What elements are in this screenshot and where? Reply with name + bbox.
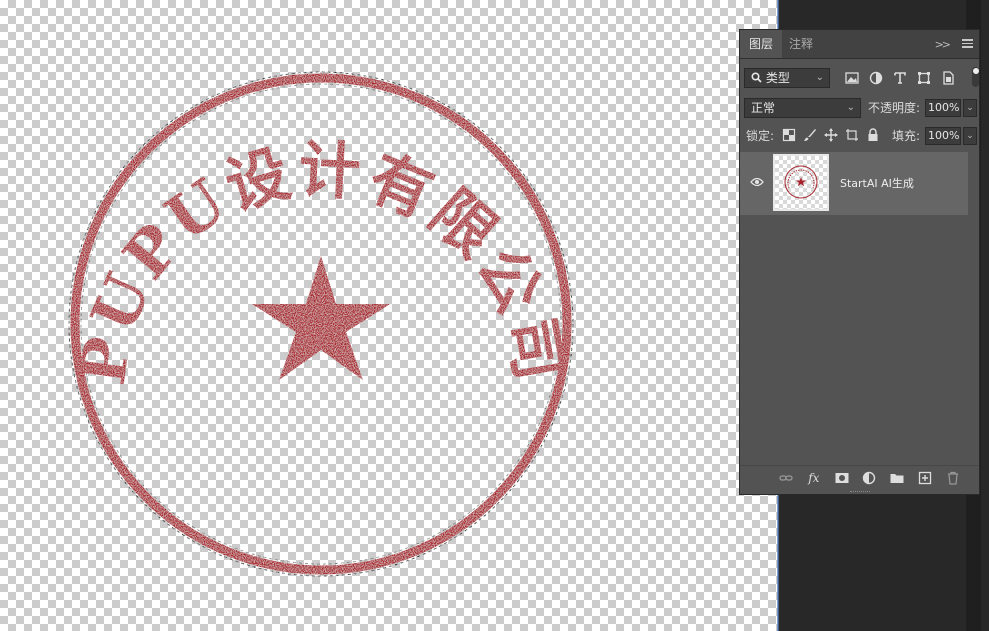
filter-toggle-switch[interactable]: [972, 67, 979, 87]
stamp-thumbnail-image: [784, 165, 818, 199]
fill-chevron-icon[interactable]: ⌄: [963, 127, 977, 145]
blend-row: 正常 ⌄ 不透明度: 100% ⌄: [740, 96, 981, 120]
fill-input[interactable]: 100%: [925, 127, 961, 145]
new-group-icon[interactable]: [889, 470, 905, 486]
layer-row-selected[interactable]: StartAI AI生成: [740, 152, 968, 215]
blend-mode-dropdown[interactable]: 正常 ⌄: [744, 98, 861, 118]
adjustment-layer-icon[interactable]: [861, 470, 877, 486]
fill-label: 填充:: [892, 129, 921, 143]
panel-divider: [740, 465, 979, 466]
chevron-down-icon: ⌄: [815, 72, 824, 83]
lock-position-icon[interactable]: [824, 127, 838, 142]
image-filter-icon[interactable]: [844, 70, 860, 86]
layers-panel: 图层 注释 >> 类型 ⌄ 正常 ⌄ 不透明度: 100% ⌄ 锁定: 填充: …: [739, 29, 980, 495]
panel-menu-icon[interactable]: [962, 37, 973, 50]
fx-icon[interactable]: fx: [806, 470, 822, 486]
chevron-down-icon: ⌄: [846, 102, 855, 113]
add-mask-icon[interactable]: [834, 470, 850, 486]
tab-layers[interactable]: 图层: [740, 30, 783, 58]
link-layers-icon[interactable]: [778, 470, 794, 486]
type-filter-icon[interactable]: [892, 70, 908, 86]
opacity-input[interactable]: 100%: [925, 99, 961, 117]
stamp-image: PUPU设计有限公司: [66, 71, 574, 577]
blend-mode-label: 正常: [751, 101, 776, 115]
document-canvas[interactable]: PUPU设计有限公司: [0, 0, 778, 631]
visibility-eye-icon[interactable]: [750, 177, 764, 187]
stamp-star: [252, 256, 390, 380]
lock-transparent-pixels-icon[interactable]: [782, 128, 796, 142]
lock-row: 锁定: 填充: 100% ⌄: [740, 124, 981, 148]
collapse-panel-icon[interactable]: >>: [935, 38, 952, 51]
trash-icon[interactable]: [945, 470, 961, 486]
lock-image-pixels-icon[interactable]: [803, 128, 817, 142]
smart-object-filter-icon[interactable]: [940, 70, 956, 86]
panel-tab-bar: 图层 注释 >>: [740, 30, 979, 59]
layer-name[interactable]: StartAI AI生成: [840, 175, 914, 191]
filter-kind-label: 类型: [765, 71, 790, 85]
layers-bottom-toolbar: fx: [770, 470, 961, 490]
search-icon: [751, 72, 762, 83]
lock-label: 锁定:: [746, 129, 775, 143]
adjustment-filter-icon[interactable]: [868, 70, 884, 86]
filter-row: 类型 ⌄: [740, 66, 981, 90]
shape-filter-icon[interactable]: [916, 70, 932, 86]
lock-all-icon[interactable]: [866, 127, 880, 142]
tab-notes[interactable]: 注释: [780, 30, 822, 58]
new-layer-icon[interactable]: [917, 470, 933, 486]
opacity-label: 不透明度:: [868, 101, 921, 115]
filter-kind-dropdown[interactable]: 类型 ⌄: [744, 68, 830, 88]
layer-thumbnail: [773, 154, 829, 211]
panel-resize-grip[interactable]: [850, 491, 870, 495]
lock-artboard-icon[interactable]: [845, 128, 859, 142]
opacity-chevron-icon[interactable]: ⌄: [963, 99, 977, 117]
